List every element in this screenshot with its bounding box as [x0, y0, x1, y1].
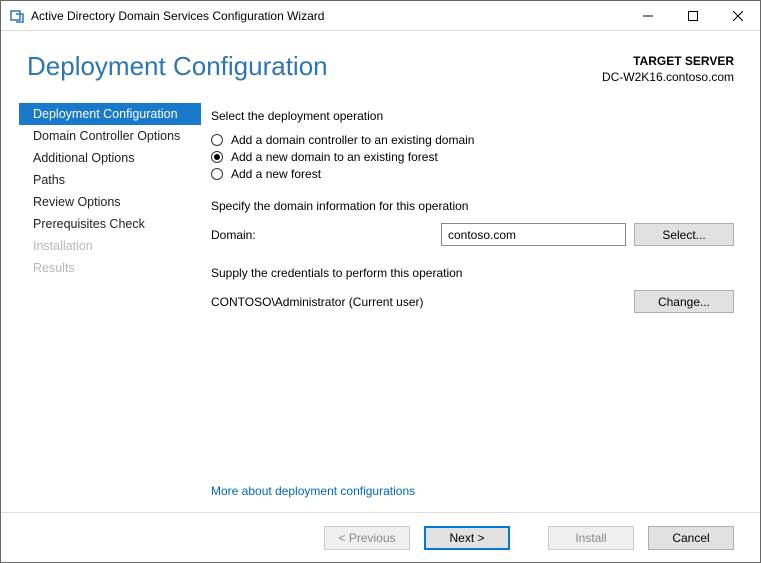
step-dc-options[interactable]: Domain Controller Options: [19, 125, 201, 147]
step-deployment-configuration[interactable]: Deployment Configuration: [19, 103, 201, 125]
wizard-body: Deployment Configuration Domain Controll…: [1, 93, 760, 512]
radio-add-domain-existing-forest[interactable]: Add a new domain to an existing forest: [211, 150, 734, 164]
page-title: Deployment Configuration: [27, 51, 602, 82]
radio-label: Add a domain controller to an existing d…: [231, 133, 474, 147]
step-prerequisites-check[interactable]: Prerequisites Check: [19, 213, 201, 235]
step-additional-options[interactable]: Additional Options: [19, 147, 201, 169]
next-button[interactable]: Next >: [424, 526, 510, 550]
wizard-header: Deployment Configuration TARGET SERVER D…: [1, 31, 760, 93]
content-pane: Select the deployment operation Add a do…: [201, 101, 734, 512]
step-paths[interactable]: Paths: [19, 169, 201, 191]
wizard-footer: < Previous Next > Install Cancel: [1, 512, 760, 562]
maximize-button[interactable]: [670, 1, 715, 30]
credentials-row: CONTOSO\Administrator (Current user) Cha…: [211, 290, 734, 313]
select-domain-button[interactable]: Select...: [634, 223, 734, 246]
target-server-value: DC-W2K16.contoso.com: [602, 69, 734, 85]
domain-input[interactable]: [441, 223, 626, 246]
app-icon: [9, 8, 25, 24]
domain-label: Domain:: [211, 228, 441, 242]
radio-add-dc-existing-domain[interactable]: Add a domain controller to an existing d…: [211, 133, 734, 147]
specify-domain-label: Specify the domain information for this …: [211, 199, 734, 213]
step-results: Results: [19, 257, 201, 279]
minimize-button[interactable]: [625, 1, 670, 30]
step-installation: Installation: [19, 235, 201, 257]
radio-label: Add a new forest: [231, 167, 321, 181]
change-credentials-button[interactable]: Change...: [634, 290, 734, 313]
cancel-button[interactable]: Cancel: [648, 526, 734, 550]
more-about-link[interactable]: More about deployment configurations: [211, 470, 734, 512]
step-sidebar: Deployment Configuration Domain Controll…: [19, 101, 201, 512]
install-button: Install: [548, 526, 634, 550]
radio-icon: [211, 168, 223, 180]
radio-icon: [211, 151, 223, 163]
supply-credentials-label: Supply the credentials to perform this o…: [211, 266, 734, 280]
window-controls: [625, 1, 760, 30]
titlebar: Active Directory Domain Services Configu…: [1, 1, 760, 31]
target-server-block: TARGET SERVER DC-W2K16.contoso.com: [602, 51, 734, 85]
previous-button: < Previous: [324, 526, 410, 550]
radio-label: Add a new domain to an existing forest: [231, 150, 438, 164]
radio-icon: [211, 134, 223, 146]
window-title: Active Directory Domain Services Configu…: [31, 9, 625, 23]
credentials-text: CONTOSO\Administrator (Current user): [211, 295, 626, 309]
radio-add-new-forest[interactable]: Add a new forest: [211, 167, 734, 181]
wizard-window: Active Directory Domain Services Configu…: [0, 0, 761, 563]
step-review-options[interactable]: Review Options: [19, 191, 201, 213]
domain-row: Domain: Select...: [211, 223, 734, 246]
target-server-label: TARGET SERVER: [602, 53, 734, 69]
select-operation-label: Select the deployment operation: [211, 109, 734, 123]
close-button[interactable]: [715, 1, 760, 30]
